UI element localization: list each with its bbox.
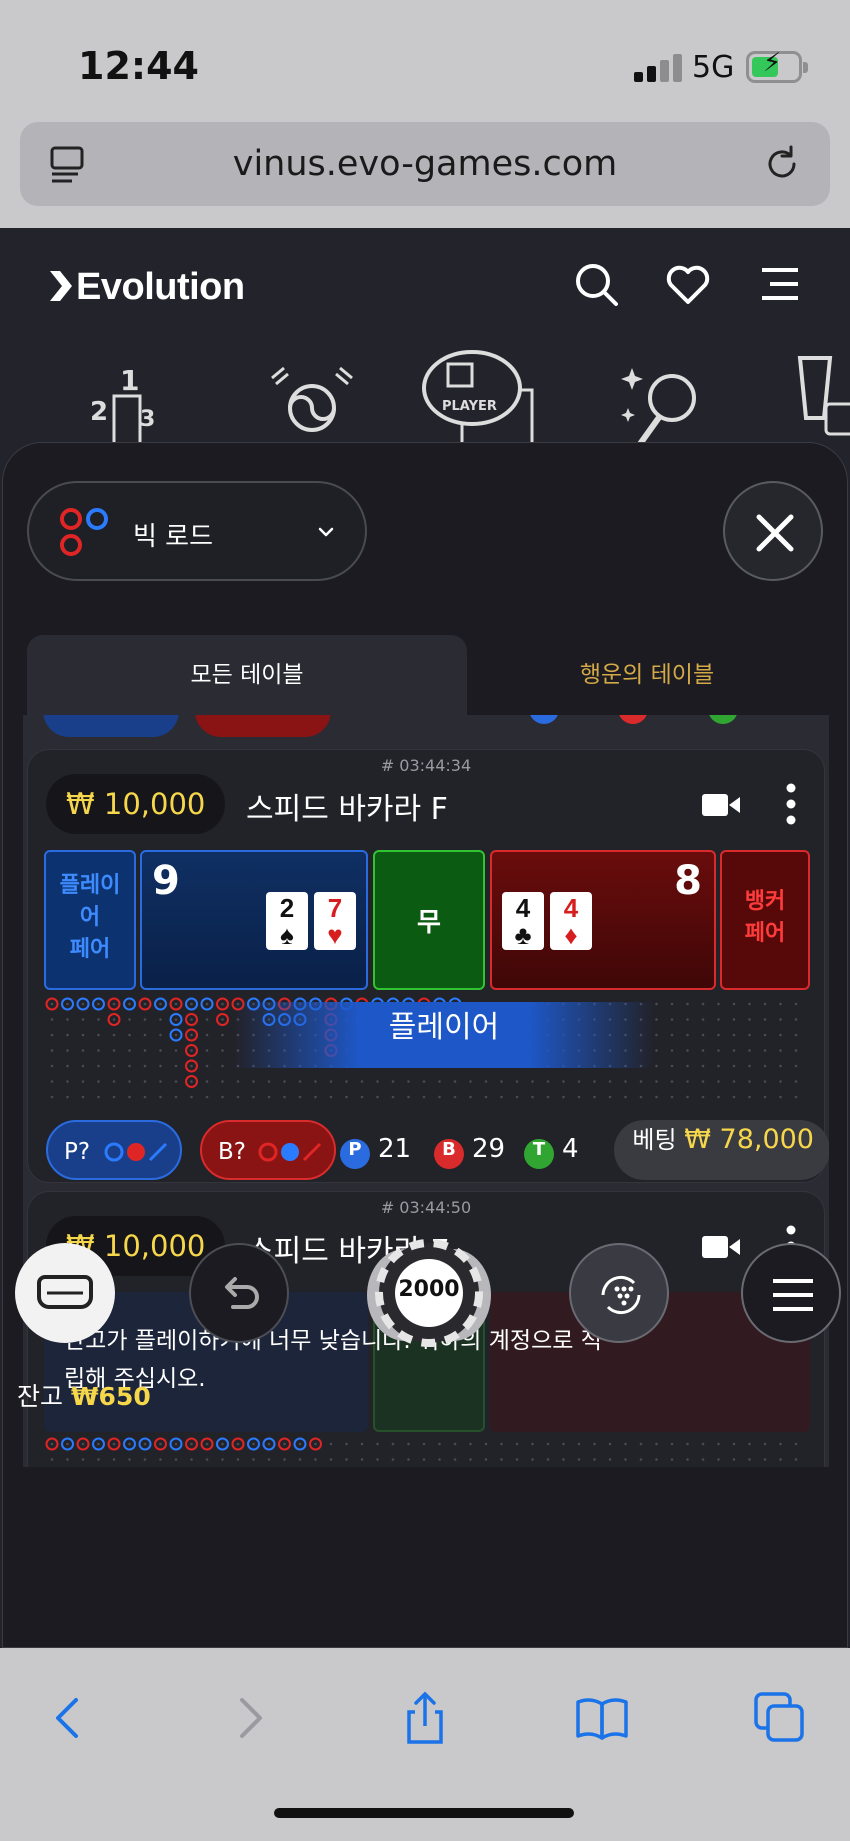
network-type: 5G: [692, 50, 735, 85]
forward-icon[interactable]: [222, 1690, 278, 1746]
table-list-panel: 빅 로드 모든 테이블 행운의 테이블 # 03:44:34 ₩ 10,000 …: [2, 442, 848, 1648]
banker-win-count: B 29: [434, 1134, 505, 1169]
min-bet-badge: ₩ 10,000: [46, 774, 226, 834]
svg-text:1: 1: [120, 364, 139, 397]
table-stats-row: P? B? P 21 B 29 T 4 베팅 ₩ 78,000: [28, 1120, 829, 1180]
round-number: # 03:44:50: [380, 1198, 472, 1217]
battery-icon: ⚡: [746, 50, 808, 83]
road-type-dropdown[interactable]: 빅 로드: [27, 481, 367, 581]
close-icon: [756, 514, 794, 552]
menu-icon: [773, 1279, 813, 1311]
search-icon[interactable]: [572, 260, 620, 308]
big-road-history: 플레이어: [44, 996, 810, 1106]
home-indicator: [274, 1808, 574, 1818]
bookmarks-icon[interactable]: [574, 1690, 630, 1746]
url-text[interactable]: vinus.evo-games.com: [20, 144, 830, 184]
road-type-label: 빅 로드: [133, 522, 214, 552]
lobby-button[interactable]: [15, 1243, 115, 1343]
banker-card-1: 4 ♣: [502, 892, 544, 950]
evolution-mark-icon: [50, 271, 72, 301]
banker-pair-bet[interactable]: 뱅커 페어: [720, 850, 810, 990]
address-bar[interactable]: vinus.evo-games.com: [20, 122, 830, 206]
close-button[interactable]: [723, 481, 823, 581]
chevron-down-icon: [318, 527, 334, 537]
undo-button[interactable]: [189, 1243, 289, 1343]
big-road-icon: [60, 508, 108, 556]
banker-bet-area[interactable]: 4 ♣ 4 ♦ 8: [490, 850, 716, 990]
video-camera-icon[interactable]: [702, 792, 740, 818]
repeat-icon: [601, 1275, 641, 1315]
result-banner: 플레이어: [234, 1002, 654, 1068]
tab-lucky-tables[interactable]: 행운의 테이블: [467, 635, 827, 715]
table-icon: [37, 1275, 93, 1309]
banker-predict-button[interactable]: B?: [200, 1120, 336, 1180]
status-time: 12:44: [78, 44, 199, 88]
player-card-2: 7 ♥: [314, 892, 356, 950]
repeat-bet-button[interactable]: [569, 1243, 669, 1343]
undo-icon: [225, 1277, 259, 1309]
previous-card-peek: [23, 715, 829, 739]
road-grid: [45, 1437, 798, 1461]
total-bet-badge: 베팅 ₩ 78,000: [614, 1120, 829, 1180]
round-number: # 03:44:34: [380, 756, 472, 775]
game-menu-button[interactable]: [741, 1243, 841, 1343]
tabs-icon[interactable]: [752, 1690, 808, 1746]
chip-selector[interactable]: 2000: [365, 1239, 493, 1347]
tie-count: T4: [524, 1134, 579, 1169]
cellular-signal-icon: [634, 54, 682, 82]
svg-text:3: 3: [140, 407, 155, 432]
svg-text:PLAYER: PLAYER: [442, 399, 497, 414]
share-icon[interactable]: [397, 1690, 453, 1746]
player-score: 9: [152, 858, 180, 904]
bottom-controls: 2000: [3, 1239, 847, 1363]
reload-icon[interactable]: [760, 142, 804, 186]
status-bar: 12:44 5G ⚡: [0, 0, 850, 120]
favorites-heart-icon[interactable]: [664, 260, 712, 308]
chip-value: 2000: [398, 1277, 460, 1302]
hamburger-menu-icon[interactable]: [756, 260, 804, 308]
more-options-icon[interactable]: [784, 782, 798, 826]
player-bet-area[interactable]: 9 2 ♠ 7 ♥: [140, 850, 368, 990]
player-card-1: 2 ♠: [266, 892, 308, 950]
table-tabs: 모든 테이블 행운의 테이블: [27, 635, 827, 715]
table-name[interactable]: 스피드 바카라 F: [246, 784, 448, 828]
banker-score: 8: [674, 858, 702, 904]
banker-card-2: 4 ♦: [550, 892, 592, 950]
tie-bet-area[interactable]: 무: [373, 850, 485, 990]
evolution-logo[interactable]: Evolution: [48, 266, 245, 309]
back-icon[interactable]: [40, 1690, 96, 1746]
player-pair-bet[interactable]: 플레이 어 페어: [44, 850, 136, 990]
player-predict-icons: [104, 1142, 168, 1162]
table-card-speed-baccarat-f[interactable]: # 03:44:34 ₩ 10,000 스피드 바카라 F 플레이 어 페어 9…: [27, 749, 829, 1183]
svg-text:2: 2: [90, 397, 108, 427]
tab-all-tables[interactable]: 모든 테이블: [27, 635, 467, 715]
banker-predict-icons: [258, 1142, 322, 1162]
balance-display: 잔고 ₩650: [17, 1382, 151, 1411]
player-predict-button[interactable]: P?: [46, 1120, 182, 1180]
player-win-count: P 21: [340, 1134, 411, 1169]
